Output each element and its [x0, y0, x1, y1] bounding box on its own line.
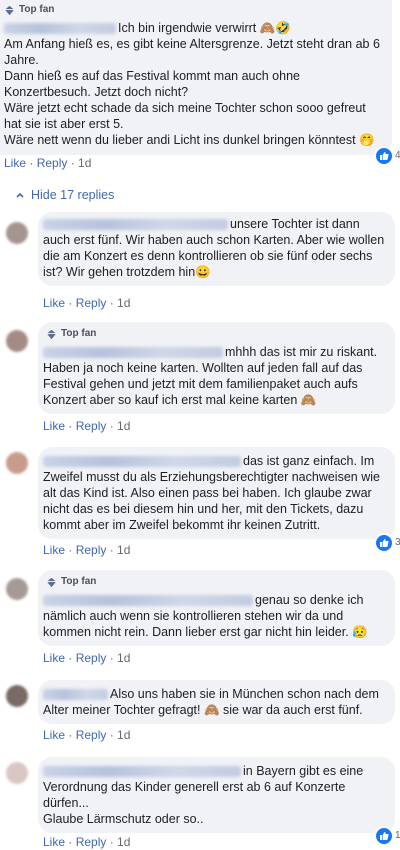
comment-line-3: Dann hieß es auf das Festival kommt man …	[4, 69, 300, 99]
reply-actions: Like · Reply · 1d	[43, 296, 131, 310]
timestamp[interactable]: 1d	[117, 543, 130, 557]
main-comment-bubble: Top fan Ich bin irgendwie verwirrt 🙈🤣 Am…	[0, 0, 392, 155]
reply-bubble: das ist ganz einfach. Im Zweifel musst d…	[38, 447, 395, 539]
author-name[interactable]	[43, 456, 241, 468]
timestamp[interactable]: 1d	[117, 651, 130, 665]
reply-link[interactable]: Reply	[76, 728, 107, 742]
hide-replies-toggle[interactable]: Hide 17 replies	[15, 188, 114, 202]
author-name[interactable]	[43, 766, 241, 778]
avatar[interactable]	[6, 685, 28, 707]
reply-link[interactable]: Reply	[76, 419, 107, 433]
reply-link[interactable]: Reply	[37, 156, 68, 170]
reply-link[interactable]: Reply	[76, 651, 107, 665]
comment-line-4: Wäre jetzt echt schade da sich meine Toc…	[4, 101, 366, 131]
thumbs-up-icon	[380, 152, 389, 160]
like-link[interactable]: Like	[43, 419, 65, 433]
reaction-badge[interactable]	[374, 533, 394, 553]
reaction-count: 4	[395, 150, 400, 161]
avatar[interactable]	[6, 452, 28, 474]
top-fan-badge: Top fan	[4, 2, 386, 18]
reply-actions: Like · Reply · 1d	[43, 835, 131, 849]
like-link[interactable]: Like	[43, 835, 65, 849]
reply-actions: Like · Reply · 1d	[43, 543, 131, 557]
reaction-count: 3	[395, 537, 400, 548]
top-fan-badge: Top fan	[46, 326, 385, 342]
author-name[interactable]	[43, 689, 108, 701]
author-name[interactable]	[43, 219, 228, 231]
chevron-up-icon	[16, 192, 24, 198]
reply-link[interactable]: Reply	[76, 543, 107, 557]
reply-bubble: Top fan genau so denke ich nämlich auch …	[38, 570, 395, 646]
reply-text-line: Glaube Lärmschutz oder so..	[43, 812, 204, 826]
like-link[interactable]: Like	[43, 651, 65, 665]
avatar[interactable]	[6, 330, 28, 352]
reply-text-line: in Bayern gibt es eine Verordnung das Ki…	[43, 764, 364, 810]
reply-actions: Like · Reply · 1d	[43, 651, 131, 665]
timestamp[interactable]: 1d	[117, 296, 130, 310]
like-link[interactable]: Like	[4, 156, 26, 170]
timestamp[interactable]: 1d	[117, 419, 130, 433]
reaction-badge[interactable]	[374, 826, 394, 846]
like-link[interactable]: Like	[43, 543, 65, 557]
author-name[interactable]	[4, 23, 116, 35]
author-name[interactable]	[43, 347, 223, 359]
like-link[interactable]: Like	[43, 296, 65, 310]
timestamp[interactable]: 1d	[117, 728, 130, 742]
comment-line-5: Wäre nett wenn du lieber andi Licht ins …	[4, 133, 375, 147]
diamond-badge-icon	[4, 5, 15, 15]
top-fan-badge: Top fan	[46, 574, 385, 590]
diamond-badge-icon	[46, 329, 57, 339]
reply-bubble: Top fan mhhh das ist mir zu riskant. Hab…	[38, 322, 395, 414]
reply-link[interactable]: Reply	[76, 835, 107, 849]
reply-actions: Like · Reply · 1d	[43, 728, 131, 742]
reply-bubble: Also uns haben sie in München schon nach…	[38, 680, 395, 724]
reaction-badge[interactable]	[374, 146, 394, 166]
thumbs-up-icon	[380, 832, 389, 840]
timestamp[interactable]: 1d	[117, 835, 130, 849]
comment-line-2: Am Anfang hieß es, es gibt keine Altersg…	[4, 37, 380, 67]
comment-line-1: Ich bin irgendwie verwirrt 🙈🤣	[4, 20, 386, 36]
comment-actions: Like · Reply · 1d	[4, 156, 92, 170]
author-name[interactable]	[43, 595, 253, 607]
reply-actions: Like · Reply · 1d	[43, 419, 131, 433]
timestamp[interactable]: 1d	[78, 156, 91, 170]
reply-link[interactable]: Reply	[76, 296, 107, 310]
avatar[interactable]	[6, 762, 28, 784]
like-link[interactable]: Like	[43, 728, 65, 742]
reply-bubble: unsere Tochter ist dann auch erst fünf. …	[38, 212, 395, 286]
reply-bubble: in Bayern gibt es eine Verordnung das Ki…	[38, 757, 395, 833]
avatar[interactable]	[6, 578, 28, 600]
reaction-count: 1	[395, 830, 400, 841]
avatar[interactable]	[6, 222, 28, 244]
diamond-badge-icon	[46, 577, 57, 587]
thumbs-up-icon	[380, 539, 389, 547]
